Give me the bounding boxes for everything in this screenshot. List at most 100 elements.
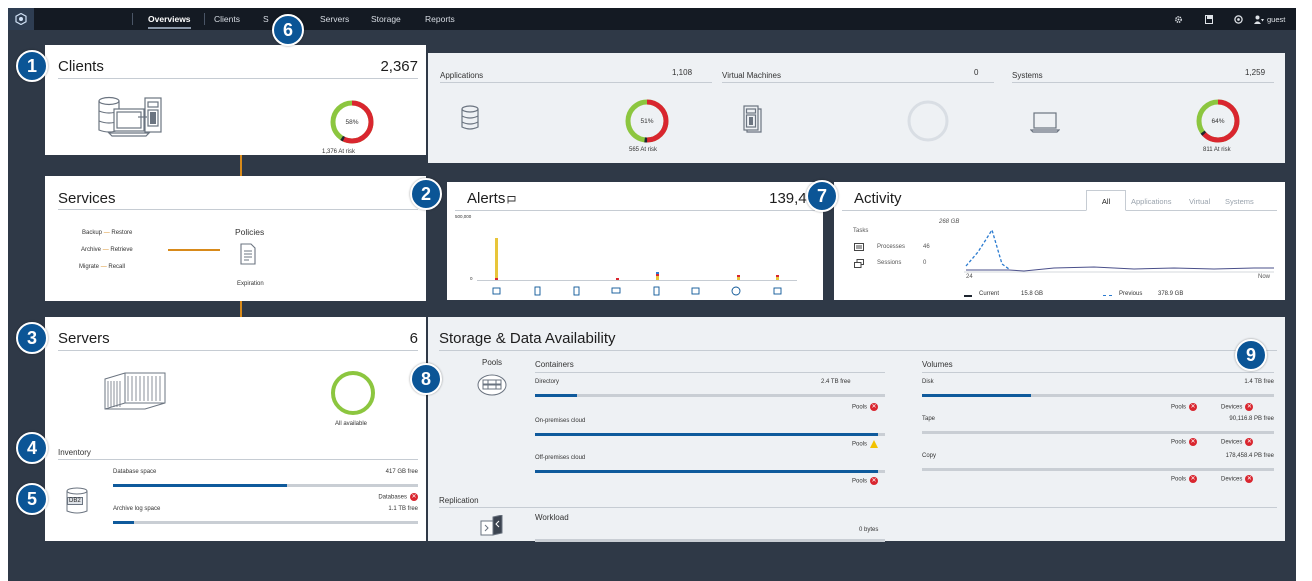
services-title: Services [58, 190, 116, 207]
laptop-icon [1030, 112, 1060, 133]
clients-at-risk-count: 1,376 At risk [322, 149, 356, 155]
error-icon: ✕ [410, 493, 418, 501]
workload-title: Workload [535, 513, 569, 522]
systems-title[interactable]: Systems [1012, 71, 1043, 80]
storage-panel[interactable]: Storage & Data Availability Pools Contai… [428, 317, 1285, 542]
callout-6: 6 [272, 14, 304, 46]
databases-status[interactable]: Databases ✕ [378, 493, 418, 501]
applications-title[interactable]: Applications [440, 71, 483, 80]
applications-at-risk-count: 565 At risk [629, 147, 658, 153]
top-navigation-bar [8, 8, 1296, 30]
tape-bar [922, 431, 1274, 434]
sessions-label: Sessions [877, 260, 902, 266]
copy-devices-status[interactable]: Devices ✕ [1221, 475, 1254, 483]
copy-pools-status[interactable]: Pools ✕ [1171, 475, 1198, 483]
clients-panel[interactable]: Clients 2,367 58% 1,376 At risk [45, 45, 426, 155]
nav-divider [204, 13, 205, 25]
tab-applications[interactable]: Applications [1131, 197, 1171, 206]
divider [440, 82, 712, 83]
virtual-machines-title[interactable]: Virtual Machines [722, 71, 781, 80]
disk-label: Disk [922, 379, 934, 385]
applications-count: 1,108 [672, 68, 693, 77]
help-icon[interactable] [1234, 8, 1243, 30]
directory-pools-status[interactable]: Pools ✕ [852, 403, 879, 411]
alerts-bar-server [656, 276, 659, 280]
tape-devices-status[interactable]: Devices ✕ [1221, 438, 1254, 446]
divider [535, 372, 885, 373]
systems-risk-percent: 64% [1211, 118, 1225, 125]
activity-line-chart [964, 228, 1274, 273]
alerts-bar-storage [776, 277, 779, 280]
user-name: guest [1267, 14, 1286, 24]
nav-tab-servers[interactable]: Servers [320, 8, 349, 30]
tape-free: 90,116.8 PB free [1229, 416, 1274, 422]
error-icon: ✕ [1245, 475, 1254, 483]
alerts-category-icons [492, 286, 782, 296]
callout-3: 3 [16, 322, 48, 354]
alerts-bar-server-info [656, 272, 659, 274]
containers-title: Containers [535, 360, 574, 369]
current-legend-value: 15.8 GB [1021, 291, 1044, 297]
offprem-pools-status[interactable]: Pools ✕ [852, 477, 879, 485]
clients-risk-percent: 58% [345, 119, 359, 126]
directory-free: 2.4 TB free [821, 379, 851, 385]
servers-panel[interactable]: Servers 6 All available Inventory DB2 Da… [45, 317, 426, 541]
tab-systems[interactable]: Systems [1225, 197, 1254, 206]
onprem-pools-status[interactable]: Pools [852, 440, 879, 448]
db2-label: DB2 [67, 497, 83, 505]
volumes-title: Volumes [922, 360, 953, 369]
divider [439, 350, 1277, 351]
tab-all-label: All [1101, 197, 1111, 206]
processes-label: Processes [877, 244, 906, 250]
offprem-cloud-bar [535, 470, 885, 473]
tab-all[interactable]: All [1086, 190, 1126, 211]
directory-label: Directory [535, 379, 560, 385]
processes-icon [854, 243, 864, 251]
book-icon[interactable] [1205, 8, 1213, 30]
app-logo-icon[interactable] [8, 8, 34, 30]
systems-count: 1,259 [1245, 68, 1266, 77]
alerts-bar-server-critical [656, 274, 659, 276]
policies-title[interactable]: Policies [235, 227, 264, 237]
tab-virtual[interactable]: Virtual [1189, 197, 1210, 206]
onprem-cloud-bar-fill [535, 433, 878, 436]
database-icon [461, 105, 479, 130]
divider [58, 350, 418, 351]
error-icon: ✕ [1189, 403, 1198, 411]
nav-tab-reports[interactable]: Reports [425, 8, 455, 30]
alerts-bar-storage-critical [776, 275, 779, 277]
nav-tab-overviews[interactable]: Overviews [148, 8, 191, 30]
divider [58, 78, 418, 79]
disk-bar-fill [922, 394, 1032, 397]
nav-divider [132, 13, 133, 25]
replication-title: Replication [439, 496, 479, 505]
workload-summary-panel: Applications 1,108 51% 565 At risk Virtu… [428, 53, 1285, 163]
service-backup[interactable]: Backup — Restore [82, 230, 132, 236]
clients-title: Clients [58, 58, 104, 75]
directory-bar-fill [535, 394, 577, 397]
nav-tab-storage[interactable]: Storage [371, 8, 401, 30]
service-migrate[interactable]: Migrate — Recall [79, 264, 125, 270]
disk-pools-status[interactable]: Pools ✕ [1171, 403, 1198, 411]
alerts-panel[interactable]: Alerts 139,44 500,000 0 [447, 182, 823, 300]
nav-tab-services[interactable]: S [263, 8, 269, 30]
previous-legend-value: 378.9 GB [1158, 291, 1184, 297]
service-archive[interactable]: Archive — Retrieve [81, 247, 133, 253]
copy-label: Copy [922, 453, 937, 459]
settings-icon[interactable] [1174, 8, 1183, 30]
error-icon: ✕ [1245, 438, 1254, 446]
virtual-machines-donut-empty [907, 100, 949, 142]
user-menu[interactable]: guest [1254, 8, 1285, 30]
copy-free: 178,458.4 PB free [1225, 453, 1274, 459]
nav-tab-clients[interactable]: Clients [214, 8, 240, 30]
database-space-bar-fill [113, 484, 287, 487]
virtual-machines-count: 0 [974, 68, 979, 77]
activity-panel[interactable]: Activity All Applications Virtual System… [834, 182, 1285, 300]
policy-document-icon [240, 243, 256, 265]
tape-pools-status[interactable]: Pools ✕ [1171, 438, 1198, 446]
previous-legend-label: Previous [1119, 291, 1143, 297]
services-panel[interactable]: Services Backup — Restore Archive — Retr… [45, 176, 426, 301]
disk-devices-status[interactable]: Devices ✕ [1221, 403, 1254, 411]
connector-line [240, 154, 242, 177]
activity-peak-label: 268 GB [939, 219, 960, 225]
